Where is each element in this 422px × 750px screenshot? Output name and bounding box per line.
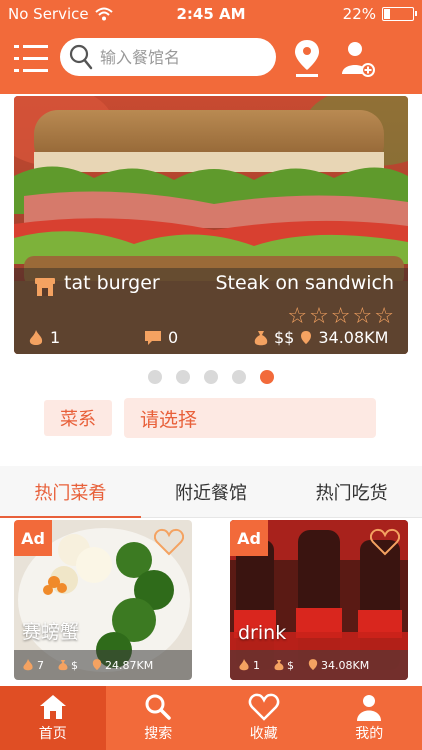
home-icon <box>39 695 66 719</box>
tab-search-label: 搜索 <box>144 726 173 742</box>
search-box[interactable] <box>60 38 276 76</box>
flame-icon <box>239 659 249 671</box>
battery-percent: 22% <box>342 5 376 23</box>
battery-icon <box>382 7 417 21</box>
location-button[interactable] <box>292 38 322 78</box>
heart-icon[interactable] <box>154 528 184 556</box>
distance: 34.08KM <box>321 658 370 672</box>
location-pin-icon <box>295 40 319 77</box>
heart-icon <box>248 693 280 721</box>
star-icon: ☆ <box>330 304 353 329</box>
likes-stat: 7 <box>22 658 44 672</box>
comments-stat: 0 <box>144 328 178 347</box>
category-tabs: 热门菜肴 附近餐馆 热门吃货 <box>0 466 422 518</box>
search-icon <box>69 44 93 70</box>
star-icon: ☆ <box>352 304 375 329</box>
price-level: $ <box>71 658 78 672</box>
cuisine-label: 菜系 <box>44 400 112 436</box>
likes-count: 7 <box>37 658 44 672</box>
distance: 24.87KM <box>105 658 154 672</box>
carousel-dots[interactable] <box>0 370 422 384</box>
featured-banner[interactable]: tat burger Steak on sandwich ☆☆☆☆☆ 1 0 $… <box>14 96 408 354</box>
price-stat: $ <box>274 659 294 672</box>
dish-name: Steak on sandwich <box>215 272 394 294</box>
tab-profile-label: 我的 <box>355 726 384 742</box>
add-person-icon <box>342 42 375 77</box>
bottom-tab-bar: 首页 搜索 收藏 我的 <box>0 686 422 750</box>
tab-profile[interactable]: 我的 <box>317 686 422 750</box>
carousel-dot[interactable] <box>232 370 246 384</box>
carousel-dot[interactable] <box>260 370 274 384</box>
carousel-dot[interactable] <box>176 370 190 384</box>
price-level: $$ <box>274 328 295 347</box>
search-icon <box>145 694 171 720</box>
comments-count: 0 <box>168 328 179 347</box>
card-stats: 1 $ 34.08KM <box>230 650 408 680</box>
dish-card[interactable]: Ad drink 1 $ 34.08KM <box>230 520 408 680</box>
carousel-dot[interactable] <box>204 370 218 384</box>
tab-search[interactable]: 搜索 <box>106 686 212 750</box>
status-bar: No Service 2:45 AM 22% <box>0 0 422 28</box>
location-pin-icon <box>301 330 312 344</box>
carousel-dot[interactable] <box>148 370 162 384</box>
comment-icon <box>145 330 161 345</box>
dish-card[interactable]: Ad 赛螃蟹 7 $ 24.87KM <box>14 520 192 680</box>
likes-count: 1 <box>253 658 260 672</box>
tab-hot-dishes[interactable]: 热门菜肴 <box>0 466 141 518</box>
tab-favorites-label: 收藏 <box>249 726 278 742</box>
battery-fill <box>384 9 391 19</box>
distance-stat: 24.87KM <box>92 658 153 672</box>
restaurant-name: tat burger <box>64 272 160 294</box>
heart-icon[interactable] <box>370 528 400 556</box>
app-header <box>0 28 422 94</box>
tab-home-label: 首页 <box>38 726 67 742</box>
banner-info: tat burger Steak on sandwich ☆☆☆☆☆ 1 0 $… <box>14 268 408 354</box>
status-right: 22% <box>342 5 417 23</box>
likes-stat: 1 <box>28 328 60 347</box>
tab-hot-foodies[interactable]: 热门吃货 <box>281 466 422 517</box>
card-stats: 7 $ 24.87KM <box>14 650 192 680</box>
list-menu-icon <box>14 45 48 72</box>
dish-name: drink <box>238 622 287 644</box>
cuisine-select[interactable]: 请选择 <box>124 398 376 438</box>
search-input[interactable] <box>100 47 260 67</box>
person-icon <box>357 695 382 721</box>
star-icon: ☆ <box>287 304 310 329</box>
money-bag-icon <box>58 660 68 671</box>
tab-home[interactable]: 首页 <box>0 686 106 750</box>
flame-icon <box>23 659 33 671</box>
star-icon: ☆ <box>374 304 396 329</box>
rating-stars: ☆☆☆☆☆ <box>287 304 396 329</box>
tab-nearby-restaurants[interactable]: 附近餐馆 <box>141 466 282 517</box>
price-stat: $$ 34.08KM <box>254 328 388 347</box>
location-pin-icon <box>92 659 102 670</box>
location-pin-icon <box>308 659 318 670</box>
distance-stat: 34.08KM <box>308 658 369 672</box>
dish-name: 赛螃蟹 <box>22 621 80 643</box>
likes-count: 1 <box>50 328 61 347</box>
likes-stat: 1 <box>238 658 260 672</box>
ad-badge: Ad <box>14 520 52 556</box>
price-stat: $ <box>58 659 78 672</box>
add-user-button[interactable] <box>340 40 376 78</box>
store-icon <box>35 278 55 296</box>
price-level: $ <box>287 658 294 672</box>
money-bag-icon <box>254 330 268 345</box>
star-icon: ☆ <box>309 304 331 329</box>
flame-icon <box>29 329 43 345</box>
ad-badge: Ad <box>230 520 268 556</box>
tab-favorites[interactable]: 收藏 <box>211 686 317 750</box>
menu-button[interactable] <box>14 42 48 76</box>
distance: 34.08KM <box>318 328 389 347</box>
money-bag-icon <box>274 660 284 671</box>
